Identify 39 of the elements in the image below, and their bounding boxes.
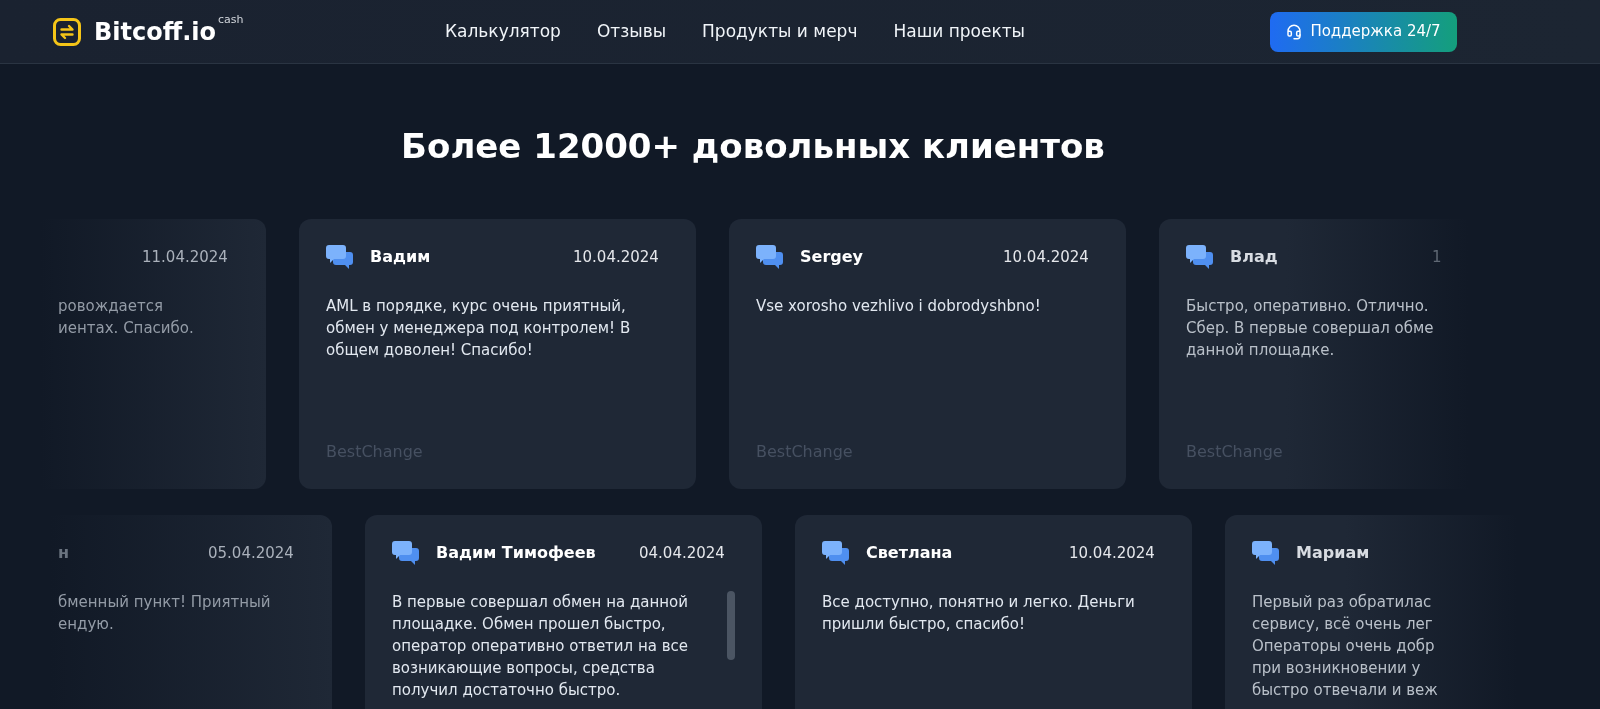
review-text: Все доступно, понятно и легко. Деньги пришли быстро, спасибо!	[822, 592, 1136, 635]
author-name: Влад	[1230, 246, 1279, 268]
chat-bubbles-icon	[822, 541, 849, 565]
author-name: Sergey	[800, 246, 864, 268]
scrollbar-thumb[interactable]	[727, 591, 735, 660]
review-text: AML в порядке, курс очень приятный, обмен у менеджера под контролем! В общем доволен! Спасибо!	[326, 296, 632, 361]
nav-link[interactable]: Продукты и мерч	[702, 18, 858, 45]
review-text: В первые совершал обмен на данной площадке. Обмен прошел быстро, оператор оперативно ответил на все возникающие вопросы, средства получил достаточно быстро.	[392, 592, 690, 701]
review-date: 1	[1432, 248, 1442, 266]
chat-bubbles-icon	[1252, 541, 1279, 565]
support-button[interactable]: Поддержка 24/7	[1270, 11, 1457, 52]
brand-name[interactable]: Bitcoff.io	[94, 19, 216, 44]
review-date: 10.04.2024	[1069, 544, 1155, 562]
page-title: Более 12000+ довольных клиентов	[401, 125, 1105, 168]
nav-link[interactable]: Калькулятор	[445, 18, 561, 45]
review-text: Vse xorosho vezhlivo i dobrodyshbno!	[756, 296, 1042, 317]
brand-tag: cash	[218, 13, 244, 25]
headset-icon	[1286, 23, 1303, 40]
review-date: 10.04.2024	[1003, 248, 1089, 266]
chat-bubbles-icon	[326, 245, 353, 269]
review-date: 11.04.2024	[142, 248, 228, 266]
review-text: ровождается иентах. Спасибо.	[58, 296, 195, 339]
author-name: Вадим	[370, 246, 432, 268]
review-text: Быстро, оперативно. Отлично. Сбер. В первые совершал обме данной площадке.	[1186, 296, 1435, 361]
author-name: Светлана	[866, 542, 954, 564]
review-date: 10.04.2024	[573, 248, 659, 266]
review-date: 04.04.2024	[639, 544, 725, 562]
nav-link[interactable]: Наши проекты	[893, 18, 1025, 45]
nav-link[interactable]: Отзывы	[596, 18, 667, 45]
chat-bubbles-icon	[1186, 245, 1213, 269]
chat-bubbles-icon	[756, 245, 783, 269]
author-name: н	[58, 542, 71, 564]
review-text: Первый раз обратилас сервису, всё очень лег Операторы очень добр при возникновении у быстро отвечали и веж	[1252, 592, 1439, 701]
logo-icon[interactable]	[53, 17, 81, 46]
chat-bubbles-icon	[392, 541, 419, 565]
review-date: 05.04.2024	[208, 544, 294, 562]
author-name: Вадим Тимофеев	[436, 542, 597, 564]
review-text: бменный пункт! Приятный ендую.	[58, 592, 272, 635]
author-name: Мариам	[1296, 542, 1371, 564]
